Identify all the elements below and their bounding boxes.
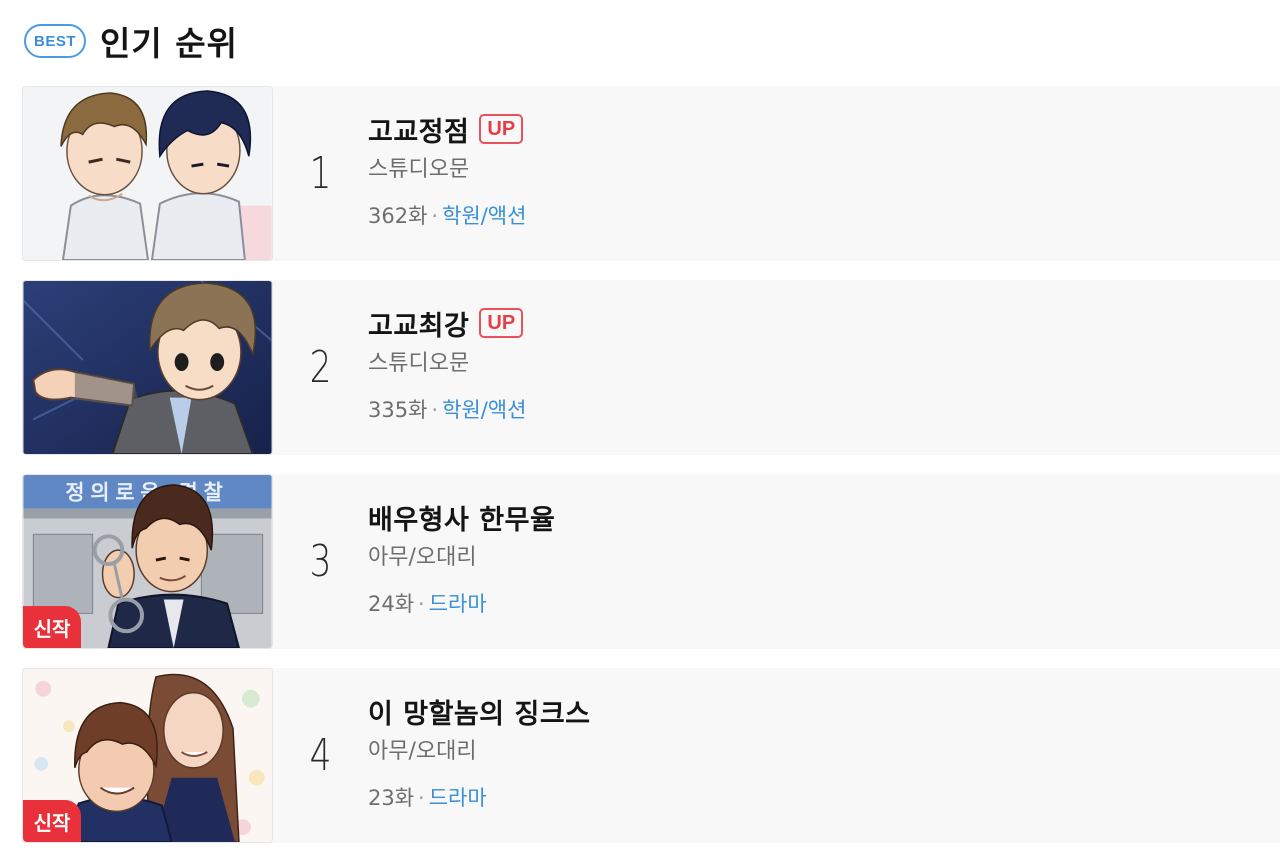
thumbnail-art-1: [23, 87, 272, 260]
rank-number: 2: [309, 342, 332, 393]
item-info: 이 망할놈의 징크스 아무/오대리 23화 · 드라마: [368, 668, 591, 843]
rank-number: 4: [309, 730, 332, 781]
item-info: 배우형사 한무율 아무/오대리 24화 · 드라마: [368, 474, 555, 649]
meta: 23화 · 드라마: [368, 783, 591, 813]
up-badge: UP: [479, 114, 524, 144]
ranking-item-1[interactable]: 1 고교정점 UP 스튜디오문 362화 · 학원/액션: [22, 86, 1280, 261]
separator-dot: ·: [431, 204, 439, 228]
episode-count: 362화: [368, 204, 428, 228]
genre-link[interactable]: 학원/액션: [442, 204, 526, 228]
author: 아무/오대리: [368, 545, 477, 570]
meta: 335화 · 학원/액션: [368, 395, 526, 425]
meta: 362화 · 학원/액션: [368, 201, 526, 231]
separator-dot: ·: [431, 398, 439, 422]
item-info: 고교정점 UP 스튜디오문 362화 · 학원/액션: [368, 86, 526, 261]
title-line: 고교최강 UP: [368, 304, 526, 343]
title-line: 고교정점 UP: [368, 110, 526, 149]
meta: 24화 · 드라마: [368, 589, 555, 619]
webtoon-title[interactable]: 고교최강: [368, 304, 469, 343]
author: 스튜디오문: [368, 157, 470, 182]
webtoon-thumbnail-3[interactable]: 정의로운 경찰 신작: [22, 474, 273, 649]
author: 스튜디오문: [368, 351, 470, 376]
title-line: 배우형사 한무율: [368, 498, 555, 537]
ranking-list: 1 고교정점 UP 스튜디오문 362화 · 학원/액션 2 고교최강 UP 스…: [22, 86, 1280, 862]
new-badge: 신작: [23, 800, 81, 842]
item-info: 고교최강 UP 스튜디오문 335화 · 학원/액션: [368, 280, 526, 455]
rank-number: 3: [309, 536, 332, 587]
author: 아무/오대리: [368, 739, 477, 764]
genre-link[interactable]: 드라마: [429, 786, 487, 810]
episode-count: 23화: [368, 786, 415, 810]
webtoon-thumbnail-1[interactable]: [22, 86, 273, 261]
new-badge: 신작: [23, 606, 81, 648]
up-badge: UP: [479, 308, 524, 338]
webtoon-title[interactable]: 배우형사 한무율: [368, 498, 555, 537]
ranking-item-3[interactable]: 정의로운 경찰 신작 3 배우형사 한무율 아무/오대리 24화 · 드라마: [22, 474, 1280, 649]
ranking-item-2[interactable]: 2 고교최강 UP 스튜디오문 335화 · 학원/액션: [22, 280, 1280, 455]
episode-count: 335화: [368, 398, 428, 422]
genre-link[interactable]: 학원/액션: [442, 398, 526, 422]
separator-dot: ·: [418, 592, 425, 616]
webtoon-thumbnail-4[interactable]: 신작: [22, 668, 273, 843]
best-badge: BEST: [24, 24, 86, 58]
ranking-item-4[interactable]: 신작 4 이 망할놈의 징크스 아무/오대리 23화 · 드라마: [22, 668, 1280, 843]
title-line: 이 망할놈의 징크스: [368, 692, 591, 731]
separator-dot: ·: [418, 786, 425, 810]
webtoon-title[interactable]: 고교정점: [368, 110, 469, 149]
webtoon-title[interactable]: 이 망할놈의 징크스: [368, 692, 591, 731]
ranking-title: 인기 순위: [100, 24, 238, 63]
ranking-header: BEST 인기 순위: [24, 18, 238, 64]
thumbnail-art-2: [23, 281, 272, 454]
rank-number: 1: [309, 148, 332, 199]
webtoon-thumbnail-2[interactable]: [22, 280, 273, 455]
genre-link[interactable]: 드라마: [429, 592, 487, 616]
episode-count: 24화: [368, 592, 415, 616]
